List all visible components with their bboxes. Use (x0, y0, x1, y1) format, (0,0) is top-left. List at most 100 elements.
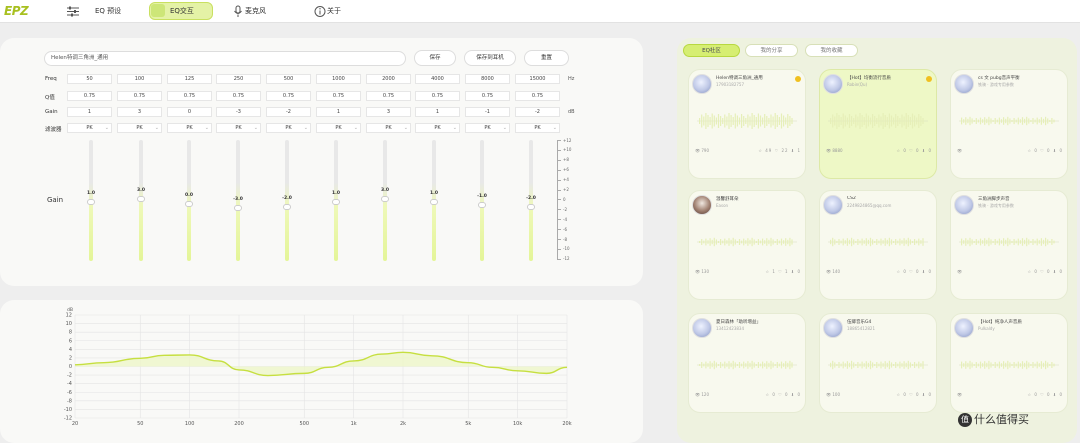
freq-cell-9[interactable]: 8000 (465, 74, 510, 84)
gain-cell-7[interactable]: 3 (366, 107, 411, 117)
filter-cell-3[interactable]: PK ⌄ (167, 123, 212, 133)
freq-cell-7[interactable]: 2000 (366, 74, 411, 84)
view-count: 140 (832, 269, 840, 274)
eq-preset-card[interactable]: 伍卿音乐G4 18865412821 👁 100 ☆ 0 ♡ 0 ⬇ 0 (819, 313, 937, 413)
freq-cell-2[interactable]: 100 (117, 74, 162, 84)
eq-preset-card[interactable]: 三角洲脚步声音 铁骑 · 游戏专用参数 👁 ☆ 0 ♡ 0 ⬇ 0 (950, 190, 1068, 300)
slider-knob[interactable] (478, 202, 486, 208)
filter-cell-2[interactable]: PK ⌄ (117, 123, 162, 133)
gain-value-label: 1.0 (332, 190, 340, 196)
mini-eq-curve (828, 360, 928, 370)
filter-cell-7[interactable]: PK ⌄ (366, 123, 411, 133)
save-button[interactable]: 保存 (414, 50, 456, 66)
view-count: 790 (701, 148, 709, 153)
chevron-down-icon: ⌄ (253, 125, 258, 131)
slider-knob[interactable] (137, 195, 145, 202)
slider-knob[interactable] (283, 203, 291, 210)
slider-knob[interactable] (332, 198, 340, 205)
scale-label: -8 (563, 236, 567, 242)
gain-cell-5[interactable]: -2 (266, 107, 311, 117)
scale-label: -2 (563, 206, 567, 212)
slider-knob[interactable] (381, 195, 389, 202)
eq-preset-card[interactable]: cs 文 pubg音声平衡 铁骑 · 游戏专用参数 👁 ☆ 0 ♡ 0 ⬇ 0 (950, 69, 1068, 179)
q-row-label: Q值 (45, 95, 55, 101)
gain-cell-9[interactable]: -1 (465, 107, 510, 117)
favorite-star-icon[interactable] (926, 76, 932, 82)
mini-eq-curve (697, 113, 797, 129)
q-cell-6[interactable]: 0.75 (316, 91, 361, 101)
scale-tick (557, 219, 561, 221)
filter-cell-4[interactable]: PK ⌄ (216, 123, 261, 133)
filter-cell-1[interactable]: PK ⌄ (67, 123, 112, 133)
view-count: 8880 (832, 148, 843, 153)
avatar (954, 74, 974, 94)
freq-cell-5[interactable]: 500 (266, 74, 311, 84)
y-tick-label: 12 (66, 313, 72, 319)
q-cell-3[interactable]: 0.75 (167, 91, 212, 101)
gain-slider-9[interactable] (480, 140, 484, 261)
gain-cell-3[interactable]: 0 (167, 107, 212, 117)
q-cell-9[interactable]: 0.75 (465, 91, 510, 101)
slider-knob[interactable] (87, 198, 95, 205)
tab-eq-presets[interactable]: EQ 预设 (95, 6, 121, 16)
eq-preset-card[interactable]: 【Hot】纯净人声音质 Pulkaldy 👁 ☆ 0 ♡ 0 ⬇ 0 (950, 313, 1068, 413)
filter-cell-6[interactable]: PK ⌄ (316, 123, 361, 133)
freq-cell-4[interactable]: 250 (216, 74, 261, 84)
tab-about[interactable]: 关于 (327, 6, 341, 16)
freq-cell-1[interactable]: 50 (67, 74, 112, 84)
eq-preset-card[interactable]: CS2 2249824865@qq.com 👁 140 ☆ 0 ♡ 0 ⬇ 0 (819, 190, 937, 300)
filter-cell-9[interactable]: PK ⌄ (465, 123, 510, 133)
card-stats: ☆ 0 ♡ 0 ⬇ 0 (765, 392, 801, 397)
reset-button[interactable]: 重置 (524, 50, 569, 66)
preset-name-input[interactable]: Helen特调三角洲_通用 (44, 51, 406, 66)
tab-my-favorites[interactable]: 我的收藏 (805, 44, 858, 57)
q-cell-2[interactable]: 0.75 (117, 91, 162, 101)
eq-preset-card[interactable]: 夏日森林「助听增益」 13412423834 👁 120 ☆ 0 ♡ 0 ⬇ 0 (688, 313, 806, 413)
gain-cell-2[interactable]: 3 (117, 107, 162, 117)
filter-cell-8[interactable]: PK ⌄ (415, 123, 460, 133)
gain-cell-8[interactable]: 1 (415, 107, 460, 117)
sliders-icon[interactable] (66, 5, 80, 18)
q-cell-1[interactable]: 0.75 (67, 91, 112, 101)
freq-cell-8[interactable]: 4000 (415, 74, 460, 84)
q-cell-4[interactable]: 0.75 (216, 91, 261, 101)
tab-eq-interactive[interactable]: EQ交互 (170, 6, 194, 16)
q-cell-7[interactable]: 0.75 (366, 91, 411, 101)
eq-preset-card[interactable]: 【Hot】均衡流行音质 Robin(Qu) 👁 8880 ☆ 0 ♡ 0 ⬇ 0 (819, 69, 937, 179)
gain-cell-6[interactable]: 1 (316, 107, 361, 117)
slider-knob[interactable] (527, 203, 535, 210)
slider-knob[interactable] (185, 200, 193, 207)
gain-cell-4[interactable]: -3 (216, 107, 261, 117)
filter-cell-10[interactable]: PK ⌄ (515, 123, 560, 133)
filter-cell-5[interactable]: PK ⌄ (266, 123, 311, 133)
chevron-down-icon: ⌄ (552, 125, 557, 131)
eq-preset-card[interactable]: 温馨舒耳朵 Eason 👁 130 ☆ 1 ♡ 1 ⬇ 0 (688, 190, 806, 300)
q-cell-8[interactable]: 0.75 (415, 91, 460, 101)
scale-label: +12 (563, 137, 572, 143)
slider-knob[interactable] (430, 198, 438, 205)
favorite-star-icon[interactable] (795, 76, 801, 82)
save-to-device-button[interactable]: 保存到耳机 (464, 50, 516, 66)
avatar (954, 318, 974, 338)
gain-cell-1[interactable]: 1 (67, 107, 112, 117)
gain-cell-10[interactable]: -2 (515, 107, 560, 117)
slider-knob[interactable] (234, 205, 242, 212)
gain-axis-label: Gain (47, 196, 64, 204)
card-footer: 👁 ☆ 0 ♡ 0 ⬇ 0 (957, 392, 1065, 397)
scale-label: +2 (563, 187, 569, 192)
curve-fill (75, 352, 567, 376)
q-cell-10[interactable]: 0.75 (515, 91, 560, 101)
eq-preset-card[interactable]: Helen特调三角洲_通用 17903182757 👁 790 ☆ 49 ♡ 22 ⬇… (688, 69, 806, 179)
q-cell-5[interactable]: 0.75 (266, 91, 311, 101)
mini-eq-curve (828, 113, 928, 129)
microphone-icon[interactable] (231, 5, 245, 18)
tab-microphone[interactable]: 麦克风 (245, 6, 266, 16)
tab-eq-community[interactable]: EQ社区 (683, 44, 740, 57)
freq-cell-6[interactable]: 1000 (316, 74, 361, 84)
card-footer: 👁 130 ☆ 1 ♡ 1 ⬇ 0 (695, 269, 803, 274)
tab-my-shares[interactable]: 我的分享 (745, 44, 798, 57)
freq-cell-10[interactable]: 15000 (515, 74, 560, 84)
info-icon[interactable] (313, 5, 327, 18)
freq-cell-3[interactable]: 125 (167, 74, 212, 84)
card-author: Pulkaldy (978, 326, 995, 331)
